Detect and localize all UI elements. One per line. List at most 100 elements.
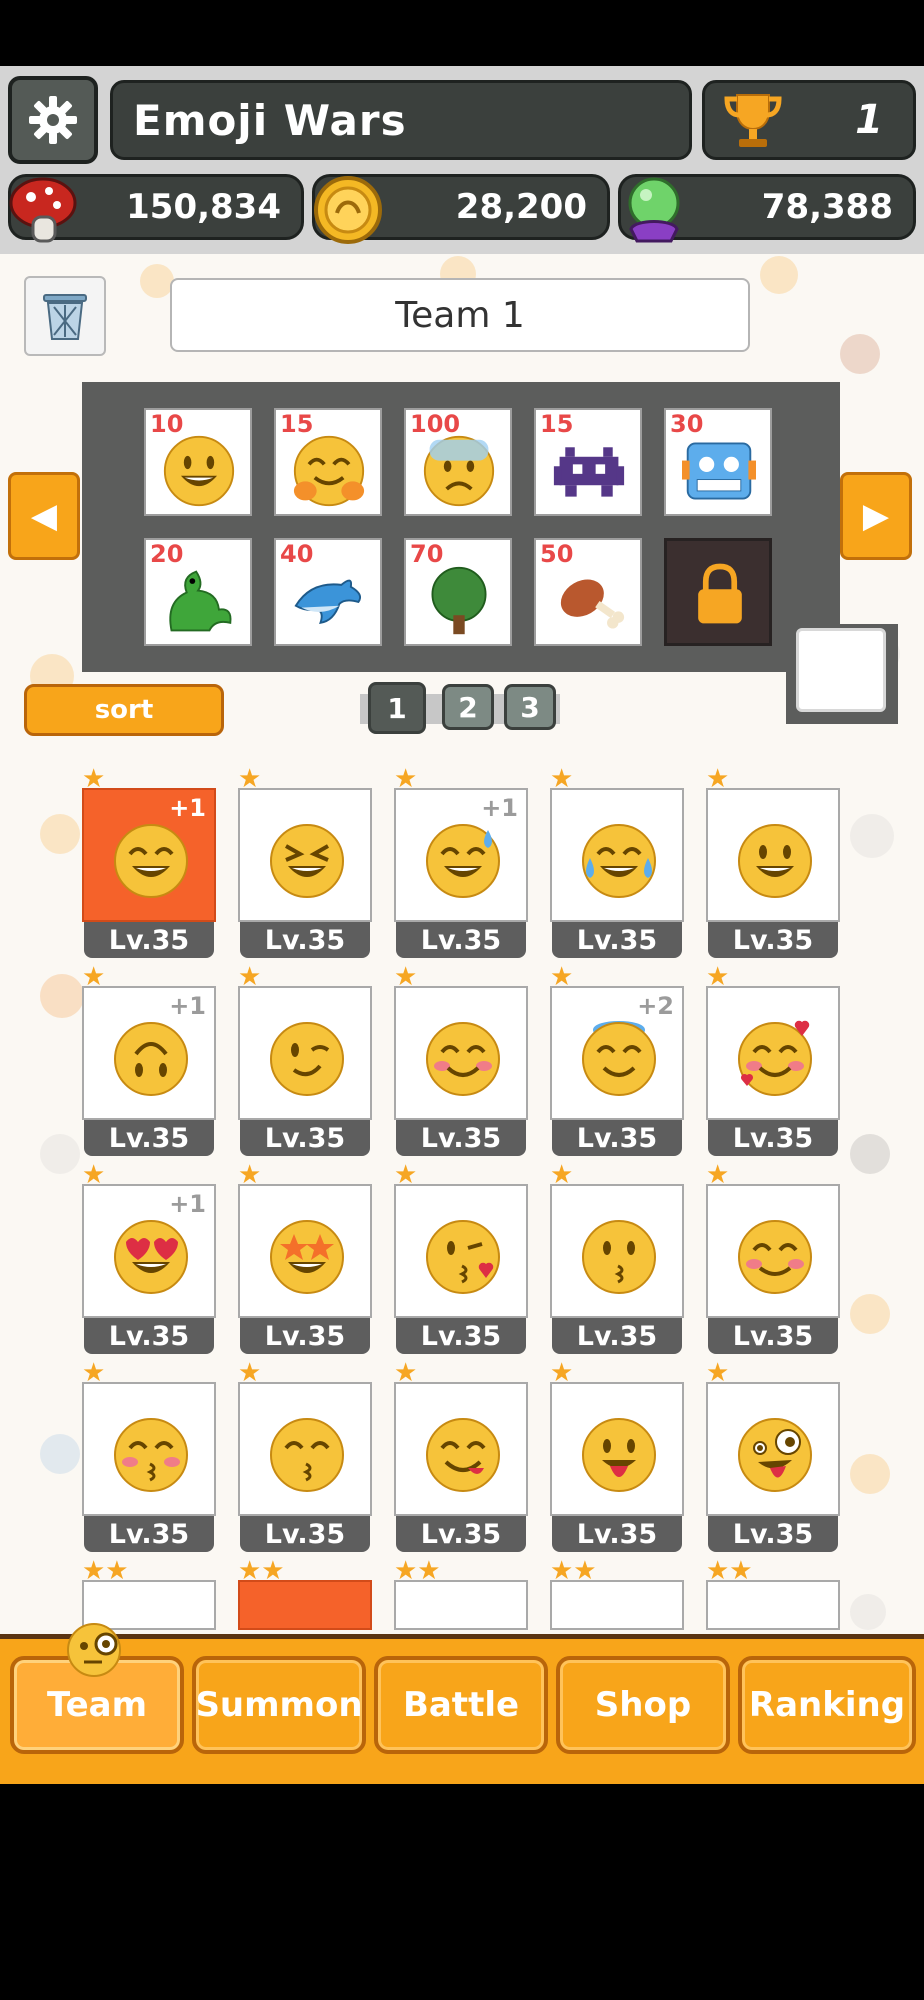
kissing-smiling-eyes-icon [270,1418,344,1492]
emoji-card-frame [394,1382,528,1516]
team-slot[interactable]: 100 [404,408,512,516]
relaxed-face-icon [738,1220,812,1294]
space-invader-icon [553,447,625,497]
trophy-counter[interactable]: 1 [702,80,916,160]
team-slot[interactable]: 15 [274,408,382,516]
team-slot[interactable]: 40 [274,538,382,646]
emoji-card[interactable]: ★★ [394,1558,528,1634]
emoji-card[interactable]: ★ Lv.35 [550,766,684,962]
coin-resource: 28,200 [312,174,610,244]
nav-shop-label: Shop [594,1685,692,1725]
level-label: Lv.35 [84,1516,214,1552]
emoji-card[interactable]: ★ Lv.35 [706,1162,840,1358]
partial-icon [736,1614,814,1630]
nav-summon-button[interactable]: Summon [192,1656,366,1754]
emoji-card-frame [238,788,372,922]
coin-value: 28,200 [455,187,587,227]
emoji-card[interactable]: ★ Lv.35 [394,1360,528,1556]
emoji-card-frame [238,1184,372,1318]
team-slot[interactable]: 15 [534,408,642,516]
bonus-badge: +1 [169,794,206,822]
gold-coin-icon [314,176,382,244]
prev-team-button[interactable]: ◀ [8,472,80,560]
level-label: Lv.35 [552,922,682,958]
team-slot[interactable]: 50 [534,538,642,646]
emoji-card[interactable]: ★ Lv.35 [394,1162,528,1358]
zany-face-icon [738,1418,812,1492]
emoji-card-frame [550,1382,684,1516]
emoji-card[interactable]: ★★ [550,1558,684,1634]
team-slot[interactable]: 30 [664,408,772,516]
crystal-value: 78,388 [761,187,893,227]
emoji-card[interactable]: ★ +2 Lv.35 [550,964,684,1160]
bonus-badge: +1 [169,992,206,1020]
emoji-card[interactable]: ★ Lv.35 [550,1162,684,1358]
level-label: Lv.35 [396,1516,526,1552]
emoji-card[interactable]: ★ Lv.35 [238,766,372,962]
emoji-card[interactable]: ★ Lv.35 [550,1360,684,1556]
emoji-card[interactable]: ★ Lv.35 [706,964,840,1160]
heart-eyes-icon [114,1220,188,1294]
emoji-card[interactable]: ★ Lv.35 [706,766,840,962]
emoji-card[interactable]: ★ Lv.35 [394,964,528,1160]
delete-button[interactable] [24,276,106,356]
emoji-card[interactable]: ★★ [706,1558,840,1634]
emoji-card[interactable]: ★ +1 Lv.35 [82,964,216,1160]
page-3-button[interactable]: 3 [504,684,556,730]
sort-button[interactable]: sort [24,684,224,736]
status-bar [0,0,924,66]
emoji-card[interactable]: ★ Lv.35 [706,1360,840,1556]
nav-shop-button[interactable]: Shop [556,1656,730,1754]
extra-slot[interactable] [796,628,886,712]
trash-icon [43,294,87,340]
emoji-card[interactable]: ★ +1 Lv.35 [394,766,528,962]
emoji-card[interactable]: ★ Lv.35 [238,1162,372,1358]
team-name-field[interactable]: Team 1 [170,278,750,352]
smiling-blush-icon [426,1022,500,1096]
emoji-card[interactable]: ★ +1 Lv.35 [82,766,216,962]
next-team-button[interactable]: ▶ [840,472,912,560]
winking-face-icon [270,1022,344,1096]
emoji-card-frame: +1 [82,788,216,922]
emoji-card-frame [238,1580,372,1630]
emoji-card[interactable]: ★ Lv.35 [238,964,372,1160]
arrow-right-icon: ▶ [862,496,890,536]
emoji-card-frame [394,986,528,1120]
trophy-icon [724,94,782,147]
bonus-badge: +1 [481,794,518,822]
emoji-card-frame: +1 [394,788,528,922]
game-title: Emoji Wars [110,80,692,160]
page-1-button[interactable]: 1 [368,682,426,734]
partial-icon [580,1614,658,1630]
team-slot-locked[interactable] [664,538,772,646]
emoji-card[interactable]: ★★ [238,1558,372,1634]
emoji-card[interactable]: ★ Lv.35 [238,1360,372,1556]
tree-icon [431,566,487,635]
nav-team-label: Team [46,1685,148,1725]
level-label: Lv.35 [708,1516,838,1552]
level-label: Lv.35 [84,922,214,958]
upside-down-face-icon [114,1022,188,1096]
crystal-resource: 78,388 [618,174,916,243]
emoji-card[interactable]: ★ +1 Lv.35 [82,1162,216,1358]
star-struck-icon [270,1220,344,1294]
team-slot[interactable]: 20 [144,538,252,646]
laughing-face-icon [270,824,344,898]
lock-icon [698,563,742,624]
nav-ranking-button[interactable]: Ranking [738,1656,916,1754]
dragon-icon [169,570,232,632]
page-2-button[interactable]: 2 [442,684,494,730]
team-slot[interactable]: 70 [404,538,512,646]
nav-battle-button[interactable]: Battle [374,1656,548,1754]
team-slot[interactable]: 10 [144,408,252,516]
partial-icon [268,1614,346,1630]
level-label: Lv.35 [240,1120,370,1156]
emoji-card[interactable]: ★ Lv.35 [82,1360,216,1556]
hugging-face-icon [293,435,365,507]
arrow-left-icon: ◀ [30,496,58,536]
emoji-card-frame: +1 [82,1184,216,1318]
level-label: Lv.35 [552,1516,682,1552]
grinning-face-icon [163,435,235,507]
settings-button[interactable] [8,76,98,164]
bonus-badge: +1 [169,1190,206,1218]
